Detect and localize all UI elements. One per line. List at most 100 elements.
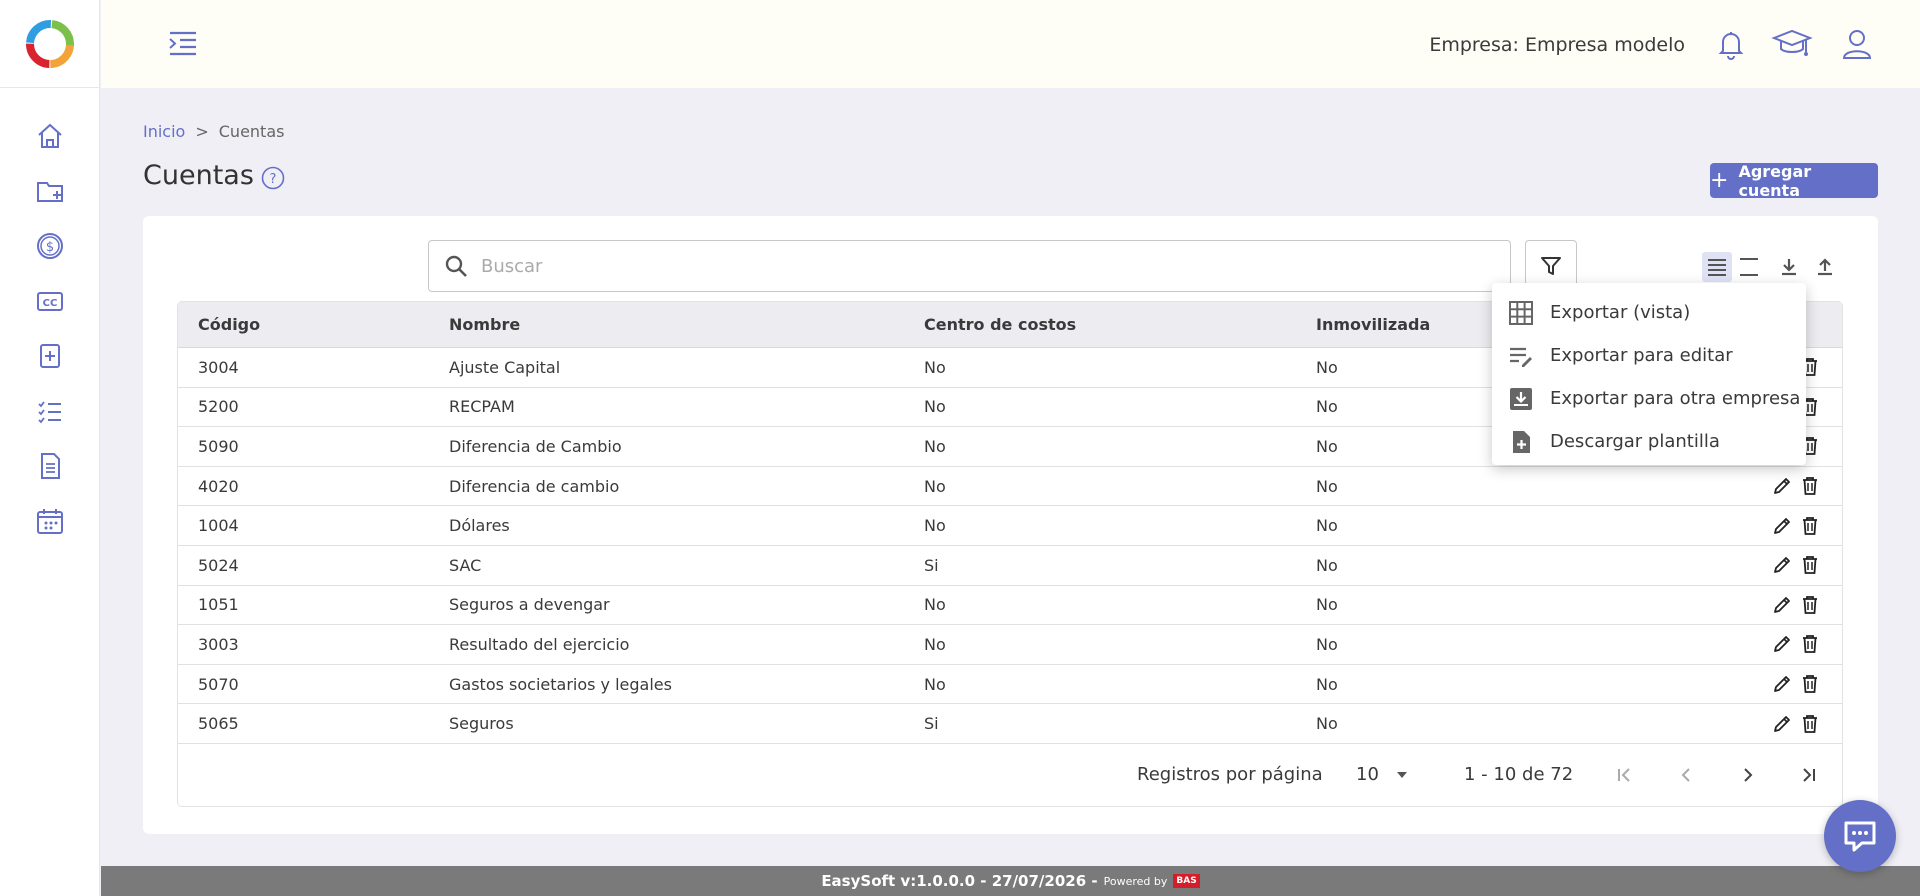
cell-centro-costos: No — [924, 516, 946, 536]
row-actions — [1772, 713, 1820, 735]
sidebar-item-checklist[interactable] — [30, 391, 70, 431]
page-title: Cuentas — [143, 160, 254, 191]
pencil-icon — [1774, 557, 1790, 574]
sidebar-item-calendar[interactable] — [30, 501, 70, 541]
delete-button[interactable] — [1800, 633, 1820, 655]
table-row: 4020 Diferencia de cambio No No — [178, 467, 1842, 507]
chat-button[interactable] — [1824, 800, 1896, 872]
export-button[interactable] — [1774, 252, 1804, 282]
cell-inmovilizada: No — [1316, 476, 1338, 496]
delete-button[interactable] — [1800, 713, 1820, 735]
pencil-icon — [1774, 596, 1790, 613]
cell-codigo: 5070 — [198, 674, 239, 694]
cell-centro-costos: No — [924, 595, 946, 615]
first-page-button[interactable] — [1609, 760, 1639, 790]
svg-text:$: $ — [45, 240, 53, 255]
help-button[interactable]: ? — [261, 166, 285, 190]
filter-icon — [1541, 257, 1561, 275]
sidebar-item-home[interactable] — [30, 116, 70, 156]
cell-nombre: RECPAM — [449, 397, 515, 417]
per-page-select[interactable]: 10 — [1356, 764, 1409, 785]
edit-button[interactable] — [1772, 633, 1792, 655]
table-row: 5065 Seguros Si No — [178, 704, 1842, 744]
delete-button[interactable] — [1800, 515, 1820, 537]
menu-item-download-template[interactable]: Descargar plantilla — [1492, 420, 1806, 463]
cell-codigo: 1051 — [198, 595, 239, 615]
trash-icon — [1803, 477, 1817, 495]
import-button[interactable] — [1810, 252, 1840, 282]
menu-item-export-edit[interactable]: Exportar para editar — [1492, 334, 1806, 377]
dollar-icon: $ — [36, 233, 63, 259]
cell-codigo: 5024 — [198, 555, 239, 575]
delete-button[interactable] — [1800, 594, 1820, 616]
edit-button[interactable] — [1772, 515, 1792, 537]
sidebar: $ CC — [0, 0, 100, 896]
table-row: 5024 SAC Si No — [178, 546, 1842, 586]
edit-button[interactable] — [1772, 554, 1792, 576]
delete-button[interactable] — [1800, 475, 1820, 497]
table-row: 1004 Dólares No No — [178, 506, 1842, 546]
sidebar-item-folder-add[interactable] — [30, 171, 70, 211]
next-page-button[interactable] — [1733, 760, 1763, 790]
delete-button[interactable] — [1800, 554, 1820, 576]
search-icon — [445, 255, 467, 277]
home-icon — [37, 123, 62, 148]
table-row: 1051 Seguros a devengar No No — [178, 586, 1842, 626]
cell-centro-costos: No — [924, 674, 946, 694]
previous-page-button[interactable] — [1671, 760, 1701, 790]
menu-item-label: Exportar para editar — [1550, 345, 1733, 366]
notifications-button[interactable] — [1713, 26, 1749, 62]
delete-button[interactable] — [1800, 673, 1820, 695]
cell-codigo: 3003 — [198, 634, 239, 654]
graduation-cap-icon — [1771, 29, 1813, 56]
column-header-inmovilizada[interactable]: Inmovilizada — [1316, 315, 1430, 334]
menu-toggle-button[interactable] — [166, 28, 200, 60]
sidebar-item-money[interactable]: $ — [30, 226, 70, 266]
trash-icon — [1803, 595, 1817, 614]
company-label: Empresa: Empresa modelo — [1429, 34, 1685, 56]
density-compact-button[interactable] — [1734, 252, 1764, 282]
training-button[interactable] — [1771, 26, 1813, 62]
cell-centro-costos: No — [924, 357, 946, 377]
sidebar-item-cost-centers[interactable]: CC — [30, 281, 70, 321]
cell-nombre: Seguros — [449, 714, 514, 734]
add-account-label: Agregar cuenta — [1738, 161, 1812, 200]
edit-button[interactable] — [1772, 475, 1792, 497]
user-profile-button[interactable] — [1839, 26, 1875, 62]
last-page-button[interactable] — [1794, 760, 1824, 790]
column-header-nombre[interactable]: Nombre — [449, 315, 520, 334]
per-page-value: 10 — [1356, 764, 1379, 786]
column-header-centro-costos[interactable]: Centro de costos — [924, 315, 1076, 334]
sidebar-item-report[interactable] — [30, 446, 70, 486]
menu-item-export-other-company[interactable]: Exportar para otra empresa — [1492, 377, 1806, 420]
density-comfortable-button[interactable] — [1702, 252, 1732, 282]
search-input[interactable] — [481, 255, 1381, 277]
breadcrumb-home-link[interactable]: Inicio — [143, 122, 185, 141]
download-icon — [1782, 259, 1796, 276]
edit-button[interactable] — [1772, 673, 1792, 695]
search-box[interactable] — [428, 240, 1511, 292]
cell-inmovilizada: No — [1316, 357, 1338, 377]
edit-button[interactable] — [1772, 713, 1792, 735]
column-header-codigo[interactable]: Código — [198, 315, 260, 334]
menu-item-export-view[interactable]: Exportar (vista) — [1492, 291, 1806, 334]
sidebar-item-new-document[interactable] — [30, 336, 70, 376]
menu-item-label: Descargar plantilla — [1550, 431, 1720, 452]
last-page-icon — [1803, 768, 1815, 782]
add-account-button[interactable]: + Agregar cuenta — [1710, 161, 1878, 200]
svg-text:CC: CC — [42, 298, 57, 309]
cell-codigo: 5200 — [198, 397, 239, 417]
chevron-left-icon — [1681, 768, 1690, 782]
app-logo[interactable] — [0, 0, 100, 88]
cell-nombre: Diferencia de cambio — [449, 476, 620, 496]
row-actions — [1772, 633, 1820, 655]
edit-button[interactable] — [1772, 594, 1792, 616]
top-header: Empresa: Empresa modelo — [101, 0, 1920, 88]
calendar-icon — [36, 509, 63, 534]
menu-item-label: Exportar para otra empresa — [1550, 388, 1801, 409]
cell-centro-costos: Si — [924, 555, 939, 575]
cell-nombre: Ajuste Capital — [449, 357, 561, 377]
first-page-icon — [1618, 768, 1630, 782]
breadcrumb-current: Cuentas — [218, 122, 285, 141]
edit-list-icon — [1510, 347, 1532, 367]
